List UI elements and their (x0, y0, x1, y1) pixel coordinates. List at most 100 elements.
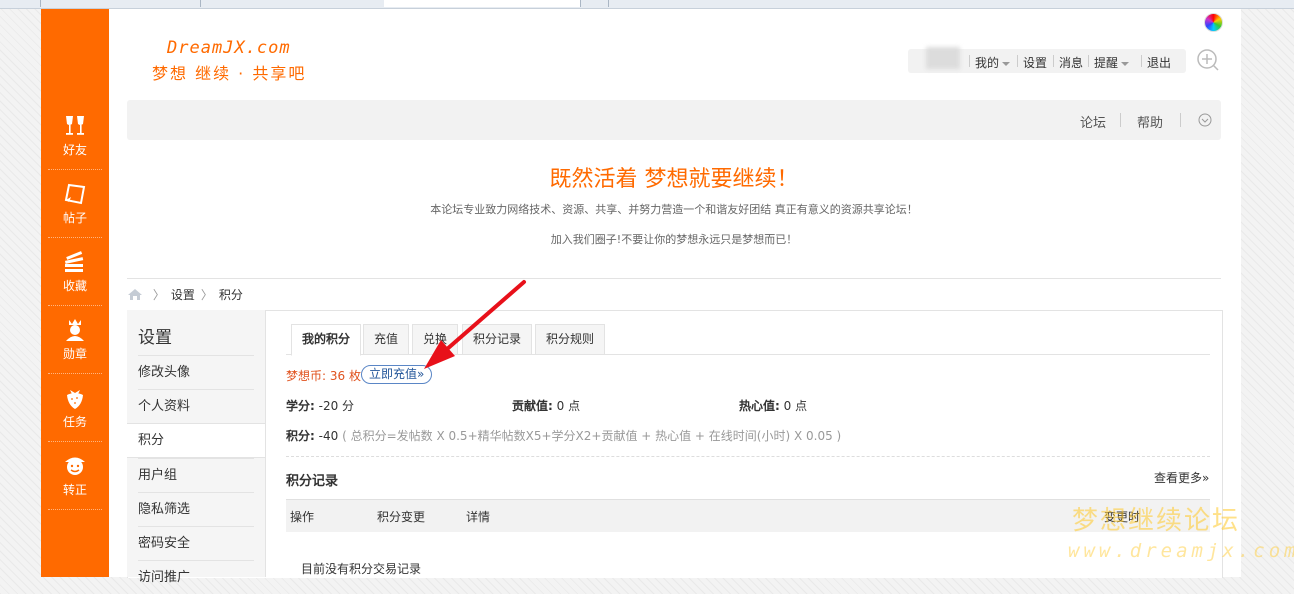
divider (969, 55, 970, 67)
user-nav: 我的 设置 消息 提醒 退出 (908, 47, 1186, 73)
side-menu-avatar[interactable]: 修改头像 (138, 355, 254, 389)
strawberry-icon (67, 390, 83, 409)
nav-settings[interactable]: 设置 (1023, 54, 1047, 71)
side-menu-promotion[interactable]: 访问推广 (138, 560, 254, 594)
tab-credit-rules[interactable]: 积分规则 (535, 324, 606, 355)
chevron-down-circle-icon[interactable] (1198, 113, 1212, 127)
stat-value: -40 (318, 429, 339, 443)
breadcrumb-settings[interactable]: 设置 (171, 288, 195, 302)
view-more-link[interactable]: 查看更多» (1154, 469, 1209, 486)
quick-item-label: 收藏 (62, 279, 87, 293)
quick-item-label: 转正 (62, 483, 87, 497)
nav-my[interactable]: 我的 (975, 54, 1011, 71)
side-menu-profile[interactable]: 个人资料 (138, 389, 254, 423)
site-logo[interactable]: DreamJX.com 梦想 继续 · 共享吧 (152, 38, 306, 84)
quick-item-label: 勋章 (62, 347, 87, 361)
stat-value: 0 点 (783, 399, 808, 413)
browser-tab-strip (0, 0, 1294, 9)
divider (286, 456, 1210, 457)
quick-item-friends[interactable]: 好友 (48, 101, 102, 170)
slogan-invite: 加入我们圈子!不要让你的梦想永远只是梦想而已！ (550, 233, 798, 246)
stat-enthusiasm: 热心值: 0 点 (739, 397, 807, 414)
tab-credit-log[interactable]: 积分记录 (462, 324, 533, 355)
stack-icon (64, 251, 84, 272)
quick-item-promote[interactable]: 转正 (48, 441, 102, 510)
chevron-down-icon (1002, 61, 1011, 66)
tab-my-credits[interactable]: 我的积分 (291, 324, 362, 356)
stat-label: 积分: (286, 429, 315, 443)
slogan-headline: 既然活着 梦想就要继续！ (549, 167, 799, 192)
breadcrumb-separator: 〉 (152, 288, 165, 302)
quick-item-label: 帖子 (62, 211, 87, 225)
divider (1017, 55, 1018, 67)
divider (1141, 55, 1142, 67)
records-title: 积分记录 (286, 474, 339, 489)
stat-label: 学分: (286, 399, 315, 413)
nav-notices[interactable]: 提醒 (1094, 54, 1130, 71)
chevron-down-icon (1121, 61, 1130, 66)
quick-item-favorites[interactable]: 收藏 (48, 237, 102, 306)
dream-coins: 梦想币: 36 枚 (286, 369, 361, 383)
medal-person-icon (66, 319, 84, 341)
browser-tab[interactable] (40, 0, 201, 7)
quick-item-medals[interactable]: 勋章 (48, 305, 102, 374)
quick-item-label: 任务 (62, 415, 87, 429)
nav-messages[interactable]: 消息 (1059, 54, 1083, 71)
quick-item-posts[interactable]: 帖子 (48, 169, 102, 238)
empty-records-message: 目前没有积分交易记录 (301, 562, 422, 576)
stat-value: -20 分 (318, 399, 355, 413)
divider (1180, 113, 1181, 127)
clown-icon (65, 457, 85, 475)
quick-item-label: 好友 (62, 143, 87, 157)
nav-notices-label: 提醒 (1094, 56, 1119, 70)
breadcrumb: 〉设置〉积分 (127, 286, 243, 303)
credit-formula: ( 总积分=发帖数 X 0.5+精华帖数X5+学分X2+贡献值 + 热心值 + … (342, 429, 842, 443)
stat-value: 0 点 (556, 399, 581, 413)
side-menu-privacy[interactable]: 隐私筛选 (138, 492, 254, 526)
tab-exchange[interactable]: 兑换 (412, 324, 459, 355)
username-blurred[interactable] (926, 47, 960, 69)
stat-label: 热心值: (739, 399, 780, 413)
recharge-now-button[interactable]: 立即充值» (361, 365, 433, 384)
breadcrumb-separator: 〉 (200, 288, 213, 302)
nav-forum[interactable]: 论坛 (1080, 112, 1106, 131)
new-tab-button[interactable] (584, 0, 609, 7)
note-icon (64, 183, 86, 205)
side-menu-usergroup[interactable]: 用户组 (138, 458, 254, 492)
settings-side-menu: 设置 修改头像 个人资料 积分 用户组 隐私筛选 密码安全 访问推广 (127, 310, 266, 585)
side-menu-password[interactable]: 密码安全 (138, 526, 254, 560)
column-header: 积分变更 (377, 510, 426, 524)
logo-tagline: 梦想 继续 · 共享吧 (152, 64, 307, 83)
browser-tab[interactable] (200, 0, 385, 7)
stat-xuefen: 学分: -20 分 (286, 397, 354, 414)
breadcrumb-credits[interactable]: 积分 (219, 288, 243, 302)
side-menu-credits[interactable]: 积分 (127, 423, 265, 458)
add-circle-icon[interactable] (1196, 48, 1220, 72)
stat-label: 贡献值: (512, 399, 553, 413)
nav-logout[interactable]: 退出 (1147, 54, 1171, 71)
cheers-icon (66, 116, 84, 135)
logo-domain: DreamJX.com (167, 38, 291, 58)
column-header: 详情 (466, 510, 491, 524)
watermark-url: www.dreamjx.com (1068, 540, 1294, 562)
nav-help[interactable]: 帮助 (1137, 112, 1163, 131)
slogan-description: 本论坛专业致力网络技术、资源、共享、并努力营造一个和谐友好团结 真正有意义的资源… (430, 203, 918, 216)
side-menu-title: 设置 (138, 328, 172, 348)
left-quick-bar: 好友 帖子 收藏 勋章 任务 转正 (41, 9, 109, 577)
main-navbar: 论坛 帮助 (127, 100, 1221, 140)
browser-tab[interactable] (0, 0, 41, 7)
browser-tab-active[interactable] (384, 0, 581, 7)
quick-item-tasks[interactable]: 任务 (48, 373, 102, 442)
watermark-text: 梦想继续论坛 (1072, 506, 1241, 536)
nav-my-label: 我的 (975, 56, 1000, 70)
divider (1088, 55, 1089, 67)
stat-contribution: 贡献值: 0 点 (512, 397, 580, 414)
color-wheel-icon[interactable] (1204, 13, 1223, 32)
total-credits: 积分: -40 ( 总积分=发帖数 X 0.5+精华帖数X5+学分X2+贡献值 … (286, 427, 841, 444)
tab-recharge[interactable]: 充值 (363, 324, 410, 355)
divider (1053, 55, 1054, 67)
column-header: 操作 (290, 510, 315, 524)
home-icon[interactable] (127, 288, 143, 301)
divider (127, 278, 1221, 279)
divider (1120, 113, 1121, 127)
